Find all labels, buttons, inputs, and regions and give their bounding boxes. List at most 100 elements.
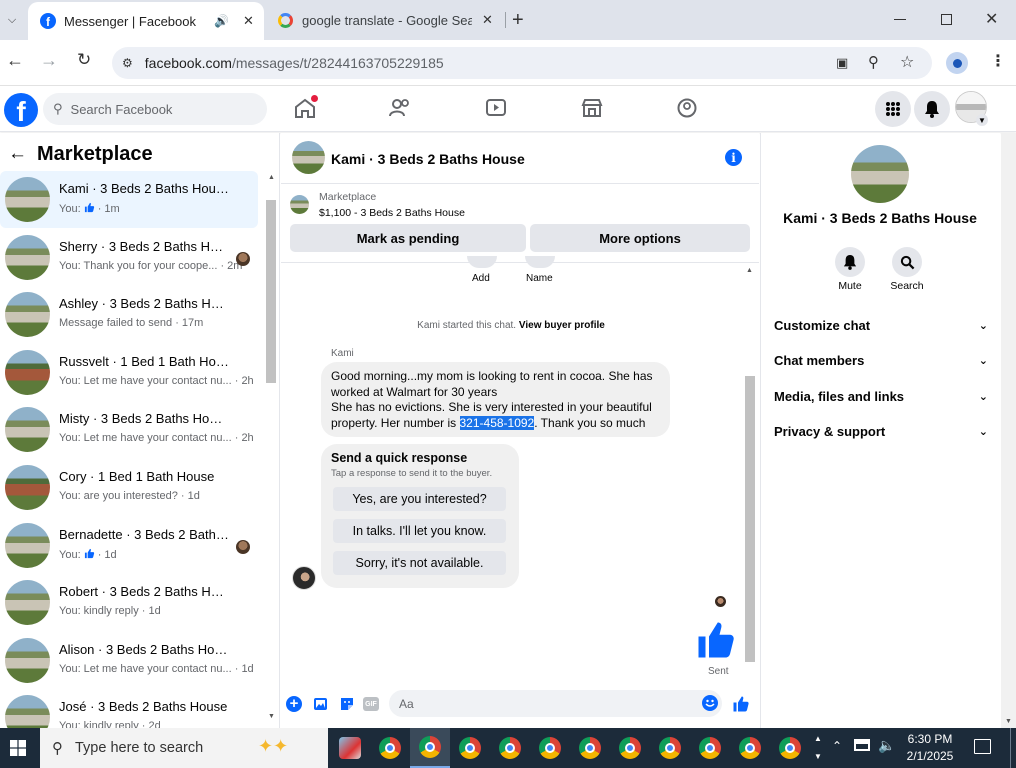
photo-icon[interactable] <box>313 696 329 715</box>
marketplace-icon[interactable] <box>581 98 603 121</box>
tab-close-icon[interactable]: ✕ <box>243 13 254 29</box>
notifications-bell-icon[interactable] <box>914 91 950 127</box>
reload-icon[interactable]: ↻ <box>77 50 91 70</box>
privacy-support-section[interactable]: Privacy & support ⌄ <box>774 424 988 439</box>
quick-response-yes-button[interactable]: Yes, are you interested? <box>333 487 506 511</box>
maximize-icon[interactable] <box>941 14 952 25</box>
tab-close-icon[interactable]: ✕ <box>482 12 493 28</box>
chrome-taskbar-icon[interactable] <box>610 728 650 768</box>
new-tab-icon[interactable]: + <box>512 9 524 32</box>
action-center-icon[interactable] <box>974 739 991 754</box>
tab-messenger[interactable]: f Messenger | Facebook 🔊 ✕ <box>28 2 264 40</box>
address-bar[interactable]: ⚙ facebook.com/messages/t/28244163705229… <box>112 47 932 79</box>
facebook-logo-icon[interactable]: f <box>4 93 38 127</box>
browser-menu-icon[interactable]: ⋮ <box>990 51 1006 71</box>
windows-start-icon[interactable] <box>0 728 36 768</box>
chrome-taskbar-icon[interactable] <box>370 728 410 768</box>
media-files-links-section[interactable]: Media, files and links ⌄ <box>774 389 988 404</box>
tab-google-translate[interactable]: google translate - Google Sear ✕ <box>268 0 504 40</box>
chat-scrollbar[interactable]: ▲ <box>743 264 757 669</box>
mark-pending-button[interactable]: Mark as pending <box>290 224 526 252</box>
video-icon[interactable] <box>485 98 507 121</box>
chat-avatar[interactable] <box>292 141 325 174</box>
message-bubble[interactable]: Good morning...my mom is looking to rent… <box>321 362 670 437</box>
conversation-item[interactable]: Bernadette · 3 Beds 2 Baths ... You: · 1d <box>0 517 258 574</box>
chat-members-section[interactable]: Chat members ⌄ <box>774 353 988 368</box>
chrome-taskbar-icon[interactable] <box>690 728 730 768</box>
taskbar-app-icon[interactable] <box>330 728 370 768</box>
scrollbar-thumb[interactable] <box>266 200 276 383</box>
account-chevron-icon[interactable]: ▼ <box>976 114 988 126</box>
back-icon[interactable]: ← <box>6 50 24 71</box>
listing-title[interactable]: $1,100 - 3 Beds 2 Baths House <box>319 207 465 219</box>
add-action-circle[interactable] <box>467 256 497 268</box>
clock-time[interactable]: 6:30 PM <box>902 732 958 746</box>
message-input[interactable]: Aa <box>389 690 722 717</box>
taskbar-scroll-arrows[interactable]: ▲ ▼ <box>812 730 824 766</box>
window-close-icon[interactable]: ✕ <box>985 9 998 29</box>
facebook-search-input[interactable]: Search Facebook <box>71 102 173 117</box>
profile-icon[interactable] <box>946 52 968 74</box>
conversation-item[interactable]: Misty · 3 Beds 2 Baths House You: Let me … <box>0 401 258 458</box>
url-text[interactable]: facebook.com/messages/t/2824416370522918… <box>145 55 444 71</box>
more-options-button[interactable]: More options <box>530 224 750 252</box>
chrome-taskbar-icon[interactable] <box>570 728 610 768</box>
chrome-taskbar-icon[interactable] <box>730 728 770 768</box>
conversation-item[interactable]: Alison · 3 Beds 2 Baths House You: Let me… <box>0 632 258 689</box>
scrollbar-thumb[interactable] <box>745 376 755 662</box>
friends-icon[interactable] <box>389 98 411 121</box>
emoji-icon[interactable] <box>702 695 718 711</box>
mute-button[interactable] <box>835 247 865 277</box>
volume-icon[interactable]: 🔈 <box>878 737 895 754</box>
customize-chat-section[interactable]: Customize chat ⌄ <box>774 318 988 333</box>
conversation-item[interactable]: Sherry · 3 Beds 2 Baths House You: Thank … <box>0 229 258 286</box>
groups-icon[interactable] <box>676 98 698 121</box>
network-icon[interactable] <box>854 739 870 751</box>
speaker-icon[interactable]: 🔊 <box>214 14 229 28</box>
conversation-item[interactable]: Robert · 3 Beds 2 Baths House You: kindly… <box>0 574 258 631</box>
home-icon[interactable] <box>294 95 318 118</box>
highlighted-phone-number[interactable]: 321-458-1092 <box>459 415 535 430</box>
show-desktop-strip[interactable] <box>1010 728 1011 768</box>
chat-title[interactable]: Kami · 3 Beds 2 Baths House <box>331 151 525 167</box>
chrome-taskbar-icon-active[interactable] <box>410 728 450 768</box>
zoom-icon[interactable]: ⚲ <box>868 53 879 71</box>
chrome-taskbar-icon[interactable] <box>650 728 690 768</box>
chrome-taskbar-icon[interactable] <box>530 728 570 768</box>
chrome-taskbar-icon[interactable] <box>450 728 490 768</box>
tab-title: Messenger | Facebook <box>64 13 196 29</box>
send-like-icon[interactable] <box>732 695 750 716</box>
page-scrollbar[interactable]: ▼ <box>1001 133 1016 728</box>
back-arrow-icon[interactable]: ← <box>8 143 27 165</box>
quick-response-not-available-button[interactable]: Sorry, it's not available. <box>333 551 506 575</box>
details-avatar[interactable] <box>851 145 909 203</box>
tray-chevron-icon[interactable]: ⌃ <box>832 739 842 753</box>
sticker-icon[interactable] <box>339 696 355 715</box>
view-buyer-profile-link[interactable]: View buyer profile <box>519 320 605 331</box>
forward-icon[interactable]: → <box>40 50 58 71</box>
conversation-item[interactable]: Kami · 3 Beds 2 Baths House You: · 1m <box>0 171 258 228</box>
minimize-icon[interactable] <box>894 19 906 20</box>
search-chat-button[interactable] <box>892 247 922 277</box>
conversation-item[interactable]: Cory · 1 Bed 1 Bath House You: are you in… <box>0 459 258 516</box>
conversation-item[interactable]: José · 3 Beds 2 Baths House You: kindly r… <box>0 689 258 728</box>
name-action-circle[interactable] <box>525 256 555 268</box>
clock-date[interactable]: 2/1/2025 <box>902 749 958 763</box>
info-icon[interactable]: i <box>725 149 742 166</box>
gif-icon[interactable]: GIF <box>363 697 379 711</box>
listing-thumb[interactable] <box>290 195 309 214</box>
chrome-taskbar-icon[interactable] <box>490 728 530 768</box>
taskbar-search-box[interactable]: ⚲ Type here to search ✦✦ <box>40 728 328 768</box>
conversation-item[interactable]: Russvelt · 1 Bed 1 Bath House You: Let me… <box>0 344 258 401</box>
menu-grid-icon[interactable] <box>875 91 911 127</box>
facebook-search-box[interactable]: ⚲ Search Facebook <box>43 93 267 125</box>
site-info-icon[interactable]: ⚙ <box>122 56 133 70</box>
chrome-taskbar-icon[interactable] <box>770 728 810 768</box>
install-icon[interactable]: ▣ <box>836 55 848 71</box>
conversation-item[interactable]: Ashley · 3 Beds 2 Baths House Message fai… <box>0 286 258 343</box>
add-more-icon[interactable]: + <box>286 696 302 712</box>
bookmark-star-icon[interactable]: ☆ <box>900 52 914 72</box>
tab-search-dropdown-icon[interactable]: ⌵ <box>4 12 20 28</box>
quick-response-in-talks-button[interactable]: In talks. I'll let you know. <box>333 519 506 543</box>
conversation-list-scrollbar[interactable]: ▲ ▼ <box>264 171 278 725</box>
